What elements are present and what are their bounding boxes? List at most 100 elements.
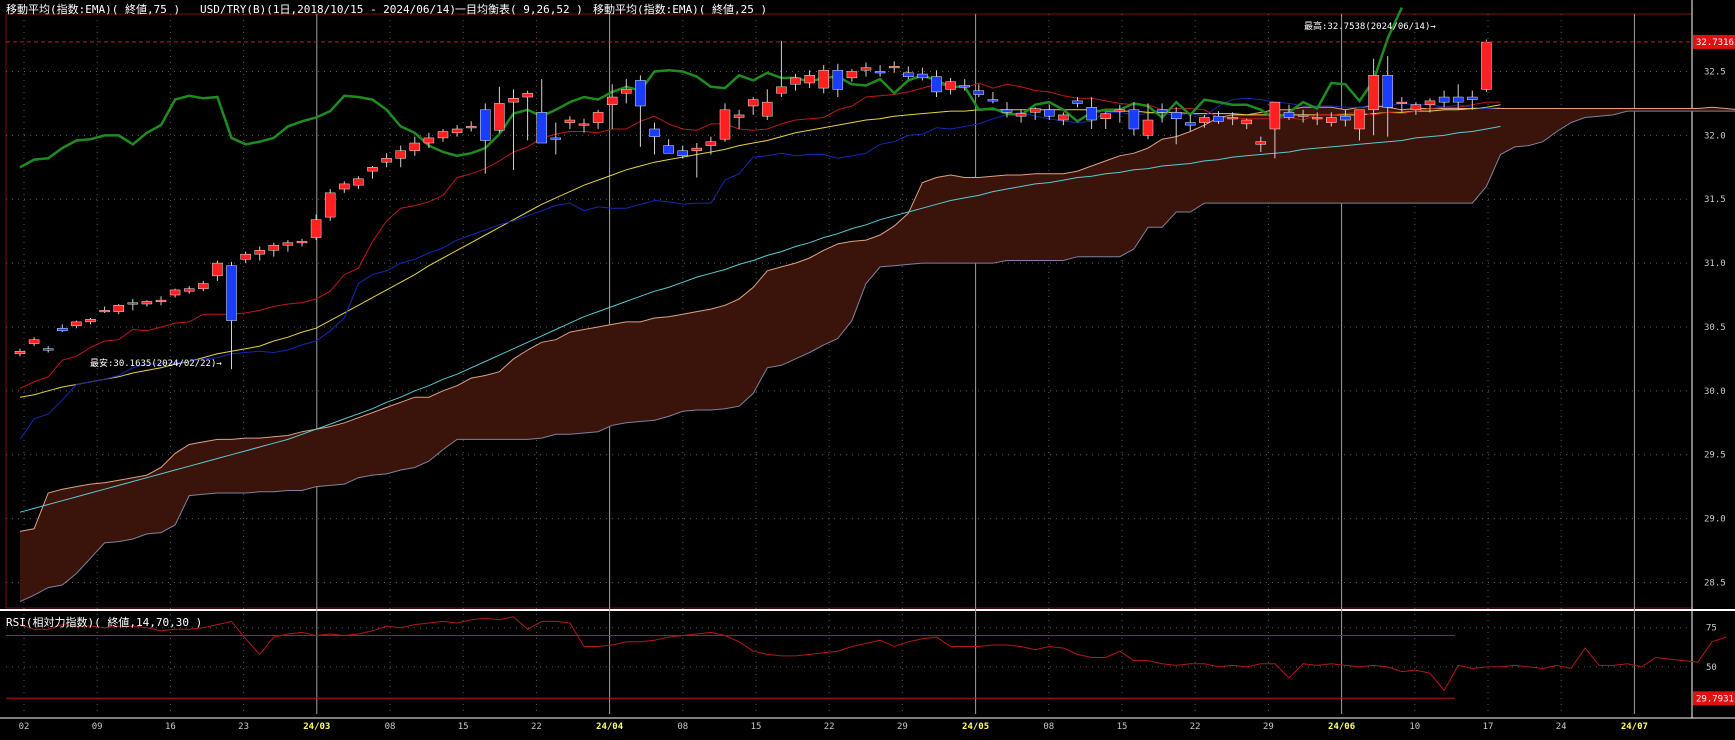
candle-body [169, 289, 181, 296]
candle-body [804, 75, 815, 84]
xtick-label: 08 [677, 722, 688, 732]
candle-body [578, 123, 590, 126]
xtick-label: 08 [1043, 722, 1054, 732]
candle-body [1382, 75, 1393, 108]
candle-body [1044, 109, 1055, 117]
candle-body [705, 141, 717, 146]
xtick-label: 29 [1263, 722, 1274, 732]
candle-body [1001, 109, 1013, 113]
ema75-label: 移動平均(指数:EMA)( 終値,75 ) [6, 3, 181, 16]
candle-body [733, 114, 745, 118]
ytick-label: 29.5 [1704, 451, 1726, 461]
candle-body [1114, 109, 1126, 112]
candle-body [945, 81, 956, 90]
candle-body [973, 90, 985, 95]
candle-body [776, 86, 787, 94]
candle-body [1255, 141, 1267, 145]
candle-body [141, 301, 153, 305]
candle-body [931, 76, 942, 93]
candle-body [1438, 96, 1450, 103]
candle-body [85, 319, 96, 323]
candle-body [592, 112, 604, 123]
candle-body [212, 262, 223, 277]
candle-body [747, 99, 759, 107]
candle-body [451, 128, 463, 134]
ichimoku-label: 一目均衡表( 9,26,52 ) [455, 3, 583, 16]
candle-body [155, 299, 167, 302]
ytick-label: 30.5 [1704, 323, 1726, 333]
candle-body [310, 219, 322, 238]
candle-body [888, 66, 900, 69]
candle-body [1269, 101, 1281, 130]
candle-body [903, 72, 914, 77]
candle-body [1297, 114, 1309, 117]
rsi-ytick-label: 75 [1706, 624, 1717, 634]
candle-body [57, 327, 68, 332]
candle-body [1354, 109, 1365, 130]
candle-body [1424, 100, 1436, 105]
candle-body [663, 145, 674, 154]
xtick-label: 15 [458, 722, 469, 732]
xtick-label: 24/06 [1328, 722, 1355, 732]
candle-body [1185, 122, 1196, 126]
candle-body [1340, 115, 1351, 121]
candle-body [1086, 107, 1097, 121]
candle-body [1283, 112, 1295, 118]
xtick-label: 24/07 [1621, 722, 1648, 732]
xtick-label: 15 [1117, 722, 1128, 732]
xtick-label: 24/04 [596, 722, 624, 732]
candle-body [987, 99, 999, 102]
candle-body [480, 109, 491, 141]
candle-body [606, 96, 618, 105]
xtick-label: 22 [824, 722, 835, 732]
candle-body [127, 302, 139, 305]
ichimoku-cloud [20, 106, 1735, 602]
xtick-label: 22 [531, 722, 542, 732]
candle-body [1396, 101, 1408, 104]
symbol-label: USD/TRY(B)(1日,2018/10/15 - 2024/06/14) [200, 3, 457, 16]
xtick-label: 24 [1556, 722, 1567, 732]
candle-body [1199, 117, 1210, 123]
ytick-label: 30.0 [1704, 387, 1726, 397]
candle-body [183, 288, 195, 292]
ema25-label: 移動平均(指数:EMA)( 終値,25 ) [593, 3, 768, 16]
candle-body [198, 283, 209, 289]
candle-body [1072, 100, 1083, 104]
candle-body [282, 242, 294, 246]
candle-body [296, 241, 308, 244]
candle-body [1100, 113, 1111, 119]
candle-body [254, 250, 265, 255]
candle-body [465, 126, 477, 129]
ytick-label: 28.5 [1704, 578, 1726, 588]
candle-body [1326, 117, 1337, 123]
indicator-lines [19, 7, 1735, 603]
candle-body [494, 103, 505, 131]
candle-body [1015, 113, 1027, 117]
candle-body [846, 71, 858, 79]
candle-body [1213, 115, 1224, 122]
ytick-label: 31.5 [1704, 195, 1726, 205]
xtick-label: 24/05 [962, 722, 989, 732]
candle-body [719, 109, 731, 140]
chart-canvas[interactable]: 32.7316 最高:32.7538(2024/06/14)→ 最安:30.1635… [0, 0, 1735, 740]
candle-body [832, 69, 844, 90]
candle-body [536, 112, 547, 144]
candle-body [367, 167, 378, 172]
candle-body [353, 178, 364, 186]
candle-body [423, 137, 435, 144]
candle-body [1058, 114, 1069, 121]
candle-body [226, 265, 237, 321]
candle-body [677, 150, 688, 157]
candle-body [437, 131, 449, 139]
xtick-label: 08 [385, 722, 396, 732]
candle-body [1156, 109, 1168, 113]
candle-body [917, 73, 928, 79]
candle-body [621, 89, 632, 94]
candle-body [1170, 112, 1182, 119]
xtick-label: 29 [897, 722, 908, 732]
xtick-label: 22 [1190, 722, 1201, 732]
candle-body [14, 350, 26, 355]
candle-body [522, 92, 533, 98]
candle-body [874, 71, 886, 74]
rsi-ytick-label: 50 [1706, 663, 1717, 673]
